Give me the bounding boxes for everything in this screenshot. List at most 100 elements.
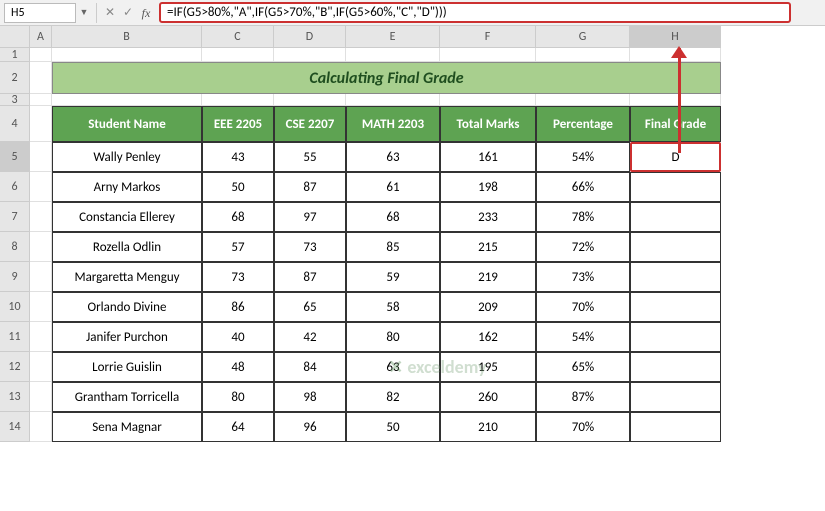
cell[interactable]	[440, 48, 536, 62]
eee-score[interactable]: 57	[202, 232, 274, 262]
cse-score[interactable]: 42	[274, 322, 346, 352]
total-marks[interactable]: 233	[440, 202, 536, 232]
eee-score[interactable]: 50	[202, 172, 274, 202]
row-header-8[interactable]: 8	[0, 232, 30, 262]
cse-score[interactable]: 55	[274, 142, 346, 172]
math-score[interactable]: 58	[346, 292, 440, 322]
formula-input[interactable]: =IF(G5>80%,"A",IF(G5>70%,"B",IF(G5>60%,"…	[159, 2, 791, 23]
row-header-6[interactable]: 6	[0, 172, 30, 202]
cse-score[interactable]: 73	[274, 232, 346, 262]
student-name[interactable]: Orlando Divine	[52, 292, 202, 322]
eee-score[interactable]: 86	[202, 292, 274, 322]
percentage[interactable]: 54%	[536, 142, 630, 172]
cell[interactable]	[536, 48, 630, 62]
cell[interactable]	[630, 94, 721, 106]
percentage[interactable]: 72%	[536, 232, 630, 262]
cell[interactable]	[30, 62, 52, 94]
col-header-A[interactable]: A	[30, 26, 52, 48]
cell[interactable]	[30, 142, 52, 172]
final-grade[interactable]	[630, 412, 721, 442]
eee-score[interactable]: 43	[202, 142, 274, 172]
math-score[interactable]: 82	[346, 382, 440, 412]
name-box-dropdown-icon[interactable]: ▼	[76, 7, 92, 18]
math-score[interactable]: 63	[346, 352, 440, 382]
cancel-icon[interactable]: ✕	[101, 4, 119, 22]
header-g[interactable]: Percentage	[536, 106, 630, 142]
cell[interactable]	[274, 48, 346, 62]
percentage[interactable]: 54%	[536, 322, 630, 352]
eee-score[interactable]: 73	[202, 262, 274, 292]
final-grade[interactable]	[630, 352, 721, 382]
cell[interactable]	[30, 262, 52, 292]
total-marks[interactable]: 260	[440, 382, 536, 412]
student-name[interactable]: Wally Penley	[52, 142, 202, 172]
math-score[interactable]: 80	[346, 322, 440, 352]
total-marks[interactable]: 210	[440, 412, 536, 442]
percentage[interactable]: 70%	[536, 412, 630, 442]
math-score[interactable]: 85	[346, 232, 440, 262]
header-e[interactable]: MATH 2203	[346, 106, 440, 142]
percentage[interactable]: 73%	[536, 262, 630, 292]
col-header-G[interactable]: G	[536, 26, 630, 48]
total-marks[interactable]: 195	[440, 352, 536, 382]
header-c[interactable]: EEE 2205	[202, 106, 274, 142]
row-header-11[interactable]: 11	[0, 322, 30, 352]
header-h[interactable]: Final Grade	[630, 106, 721, 142]
cell[interactable]	[30, 292, 52, 322]
cell[interactable]	[52, 48, 202, 62]
cell[interactable]	[52, 94, 202, 106]
col-header-B[interactable]: B	[52, 26, 202, 48]
row-header-9[interactable]: 9	[0, 262, 30, 292]
student-name[interactable]: Janifer Purchon	[52, 322, 202, 352]
row-header-14[interactable]: 14	[0, 412, 30, 442]
col-header-C[interactable]: C	[202, 26, 274, 48]
cell[interactable]	[30, 106, 52, 142]
row-header-12[interactable]: 12	[0, 352, 30, 382]
student-name[interactable]: Rozella Odlin	[52, 232, 202, 262]
fx-icon[interactable]: fx	[137, 4, 155, 22]
eee-score[interactable]: 40	[202, 322, 274, 352]
row-header-1[interactable]: 1	[0, 48, 30, 62]
col-header-H[interactable]: H	[630, 26, 721, 48]
math-score[interactable]: 61	[346, 172, 440, 202]
header-b[interactable]: Student Name	[52, 106, 202, 142]
percentage[interactable]: 78%	[536, 202, 630, 232]
cell[interactable]	[346, 94, 440, 106]
title-cell[interactable]: Calculating Final Grade	[52, 62, 721, 94]
select-all-corner[interactable]	[0, 26, 30, 48]
cse-score[interactable]: 98	[274, 382, 346, 412]
total-marks[interactable]: 161	[440, 142, 536, 172]
enter-icon[interactable]: ✓	[119, 4, 137, 22]
cse-score[interactable]: 84	[274, 352, 346, 382]
col-header-D[interactable]: D	[274, 26, 346, 48]
cell[interactable]	[30, 382, 52, 412]
final-grade[interactable]	[630, 292, 721, 322]
total-marks[interactable]: 215	[440, 232, 536, 262]
header-f[interactable]: Total Marks	[440, 106, 536, 142]
col-header-E[interactable]: E	[346, 26, 440, 48]
cell[interactable]	[30, 94, 52, 106]
cse-score[interactable]: 87	[274, 172, 346, 202]
total-marks[interactable]: 219	[440, 262, 536, 292]
cell[interactable]	[30, 322, 52, 352]
cell[interactable]	[30, 172, 52, 202]
total-marks[interactable]: 198	[440, 172, 536, 202]
cell[interactable]	[30, 412, 52, 442]
cell[interactable]	[346, 48, 440, 62]
cell[interactable]	[30, 232, 52, 262]
header-d[interactable]: CSE 2207	[274, 106, 346, 142]
final-grade[interactable]: D	[630, 142, 721, 172]
math-score[interactable]: 63	[346, 142, 440, 172]
percentage[interactable]: 66%	[536, 172, 630, 202]
row-header-5[interactable]: 5	[0, 142, 30, 172]
final-grade[interactable]	[630, 202, 721, 232]
cell[interactable]	[440, 94, 536, 106]
eee-score[interactable]: 48	[202, 352, 274, 382]
math-score[interactable]: 59	[346, 262, 440, 292]
cse-score[interactable]: 97	[274, 202, 346, 232]
row-header-10[interactable]: 10	[0, 292, 30, 322]
cse-score[interactable]: 65	[274, 292, 346, 322]
final-grade[interactable]	[630, 322, 721, 352]
percentage[interactable]: 65%	[536, 352, 630, 382]
final-grade[interactable]	[630, 382, 721, 412]
